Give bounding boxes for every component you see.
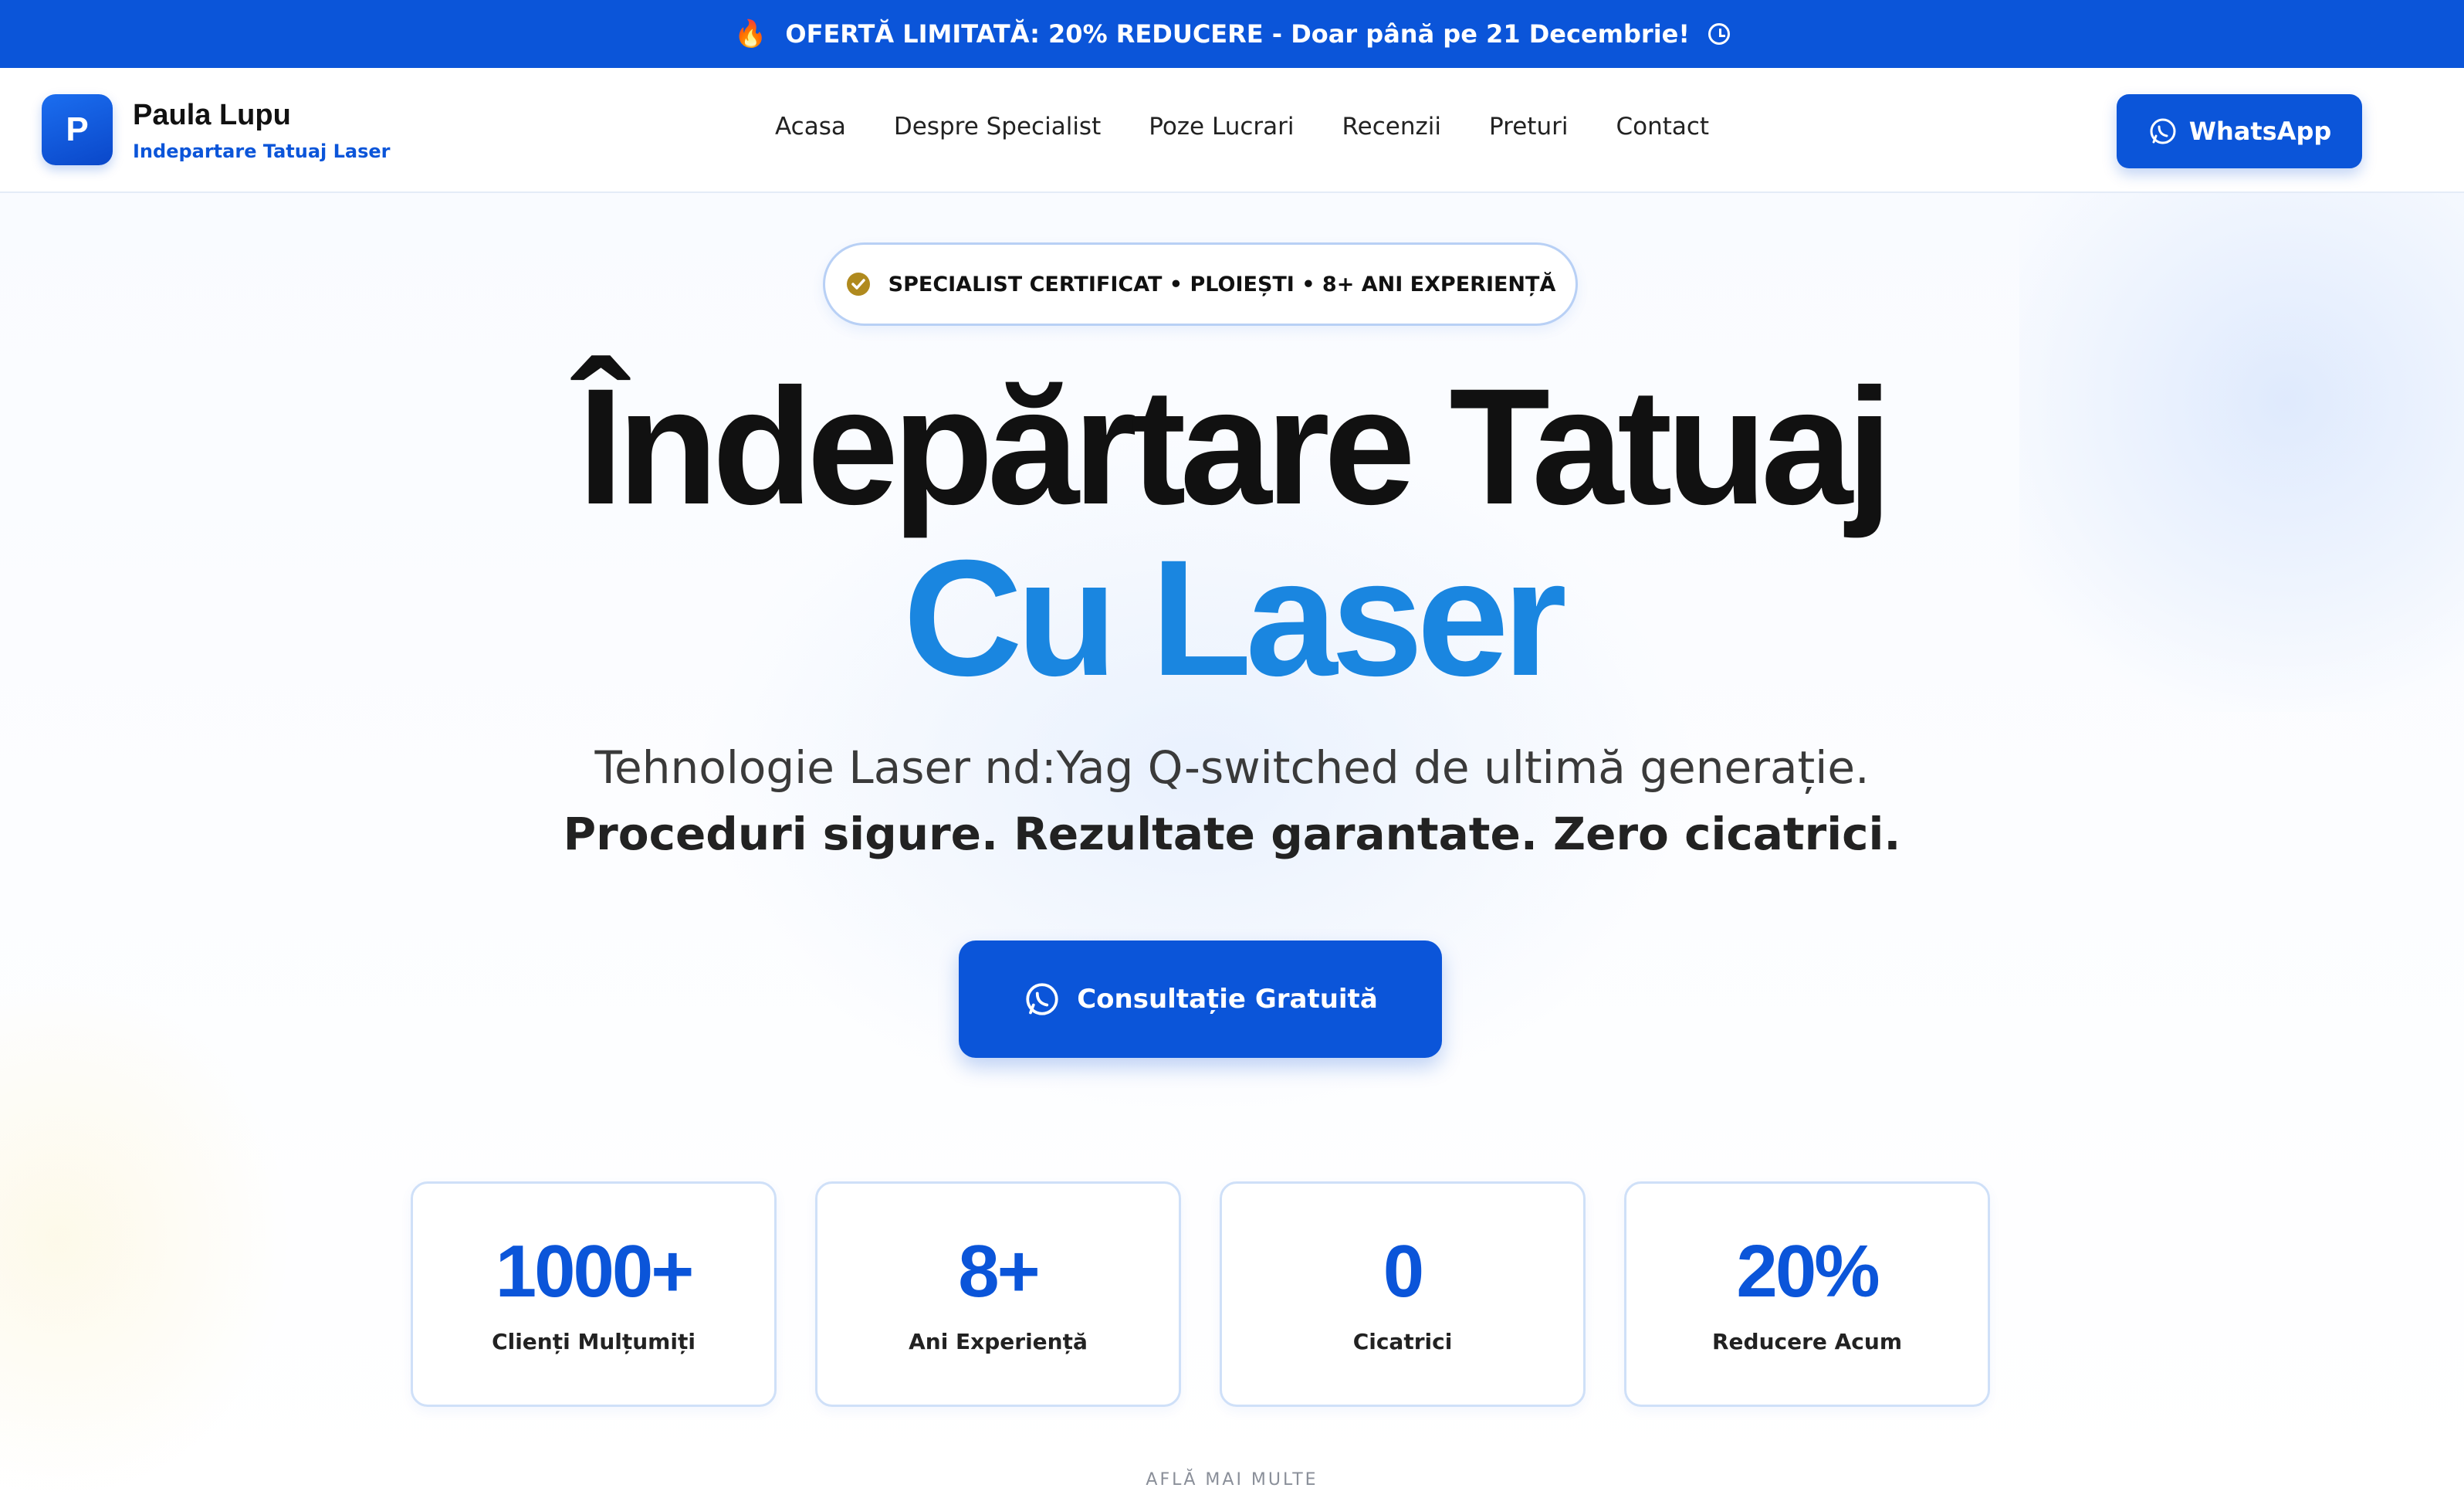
stat-value: 20% <box>1736 1229 1880 1313</box>
brand-name[interactable]: Paula Lupu <box>133 99 291 132</box>
whatsapp-icon <box>2150 118 2176 144</box>
background-glow <box>0 981 293 1498</box>
promo-text: OFERTĂ LIMITATĂ: 20% REDUCERE - Doar pân… <box>785 19 1690 49</box>
stat-card: 0 Cicatrici <box>1220 1181 1586 1407</box>
clock-icon <box>1708 23 1730 45</box>
logo[interactable]: P <box>42 94 113 165</box>
flame-icon: 🔥 <box>734 19 767 49</box>
stat-value: 0 <box>1383 1229 1424 1313</box>
verified-check-icon <box>846 273 870 296</box>
whatsapp-button[interactable]: WhatsApp <box>2117 94 2362 168</box>
promo-banner: 🔥 OFERTĂ LIMITATĂ: 20% REDUCERE - Doar p… <box>0 0 2464 68</box>
hero-section: SPECIALIST CERTIFICAT • PLOIEȘTI • 8+ AN… <box>0 193 2464 1498</box>
stat-label: Clienți Mulțumiți <box>492 1328 696 1354</box>
hero-title-accent: Cu Laser <box>903 526 1567 710</box>
whatsapp-icon <box>1026 983 1058 1015</box>
stat-label: Cicatrici <box>1352 1328 1453 1354</box>
stat-value: 8+ <box>958 1229 1040 1313</box>
stat-label: Reducere Acum <box>1711 1328 1903 1354</box>
stat-card: 20% Reducere Acum <box>1624 1181 1990 1407</box>
stat-card: 1000+ Clienți Mulțumiți <box>411 1181 777 1407</box>
learn-more-link[interactable]: AFLĂ MAI MULTE <box>0 1470 2464 1490</box>
navbar: P Paula Lupu Indepartare Tatuaj Laser Ac… <box>0 68 2464 193</box>
nav-link-recenzii[interactable]: Recenzii <box>1342 113 1441 141</box>
badge-text: SPECIALIST CERTIFICAT • PLOIEȘTI • 8+ AN… <box>888 272 1556 297</box>
stat-value: 1000+ <box>495 1229 695 1313</box>
free-consultation-button[interactable]: Consultație Gratuită <box>959 940 1442 1058</box>
nav-link-despre[interactable]: Despre Specialist <box>894 113 1101 141</box>
stats-row: 1000+ Clienți Mulțumiți 8+ Ani Experienț… <box>411 1181 1990 1407</box>
whatsapp-label: WhatsApp <box>2188 117 2332 146</box>
stat-label: Ani Experiență <box>909 1328 1088 1354</box>
nav-link-preturi[interactable]: Preturi <box>1489 113 1568 141</box>
stat-card: 8+ Ani Experiență <box>815 1181 1181 1407</box>
cta-label: Consultație Gratuită <box>1077 984 1378 1015</box>
nav-menu: Acasa Despre Specialist Poze Lucrari Rec… <box>775 113 1709 141</box>
hero-title: Îndepărtare Tatuaj <box>577 354 1892 539</box>
certification-badge: SPECIALIST CERTIFICAT • PLOIEȘTI • 8+ AN… <box>823 242 1578 326</box>
nav-link-acasa[interactable]: Acasa <box>775 113 846 141</box>
hero-subtitle: Tehnologie Laser nd:Yag Q-switched de ul… <box>594 741 1870 794</box>
hero-tagline: Proceduri sigure. Rezultate garantate. Z… <box>563 808 1901 860</box>
brand-subtitle: Indepartare Tatuaj Laser <box>133 141 391 162</box>
logo-letter: P <box>66 110 89 148</box>
nav-link-contact[interactable]: Contact <box>1616 113 1709 141</box>
nav-link-poze[interactable]: Poze Lucrari <box>1149 113 1294 141</box>
